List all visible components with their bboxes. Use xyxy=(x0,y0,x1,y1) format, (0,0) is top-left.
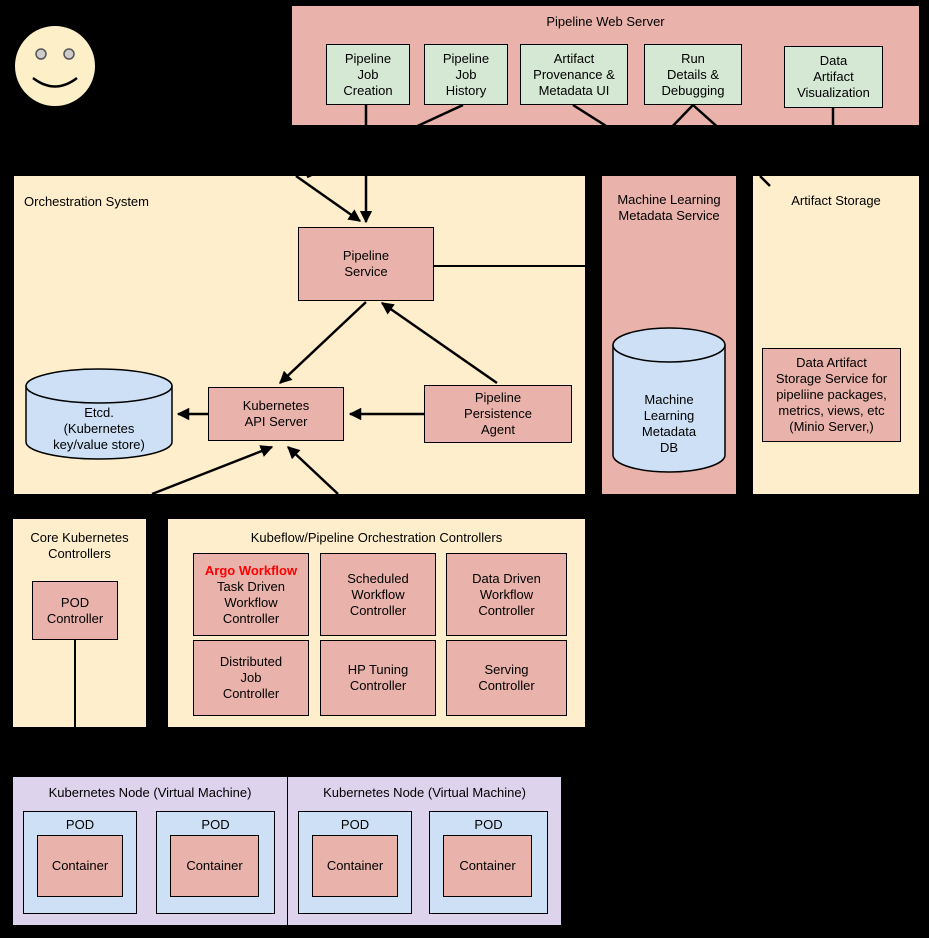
controller-hp-tuning[interactable]: HP Tuning Controller xyxy=(320,640,436,716)
web-component-label: Run Details & Debugging xyxy=(661,50,725,98)
pod-label: POD xyxy=(201,817,230,832)
web-component-label: Pipeline Job History xyxy=(442,50,490,98)
container-label: Container xyxy=(326,858,384,873)
web-component-label: Data Artifact Visualization xyxy=(797,53,870,100)
controller-label: Serving Controller xyxy=(478,662,535,693)
artifact-storage-panel xyxy=(753,176,919,494)
pod-label: POD xyxy=(474,817,503,832)
controller-serving[interactable]: Serving Controller xyxy=(446,640,567,716)
controller-data-driven-workflow[interactable]: Data Driven Workflow Controller xyxy=(446,553,567,636)
controller-argo-workflow[interactable]: Argo Workflow Task Driven Workflow Contr… xyxy=(193,553,309,636)
container-label: Container xyxy=(51,858,109,873)
container-box-1-2[interactable]: Container xyxy=(170,835,259,897)
pod-label: POD xyxy=(65,817,95,832)
pipeline-persistence-agent-label: Pipeline Persistence Agent xyxy=(464,390,532,437)
controller-label: Data Driven Workflow Controller xyxy=(472,570,541,618)
kubernetes-node-title-1: Kubernetes Node (Virtual Machine) xyxy=(48,785,252,800)
container-box-2-2[interactable]: Container xyxy=(443,835,532,897)
controller-distributed-job[interactable]: Distributed Job Controller xyxy=(193,640,309,716)
controller-label: Task Driven Workflow Controller xyxy=(217,578,285,626)
pipeline-service-box[interactable]: Pipeline Service xyxy=(298,227,434,301)
controller-scheduled-workflow[interactable]: Scheduled Workflow Controller xyxy=(320,553,436,636)
core-kubernetes-controllers-title: Core Kubernetes Controllers xyxy=(30,530,129,561)
orchestration-system-title: Orchestration System xyxy=(24,194,149,209)
web-component-data-artifact-visualization[interactable]: Data Artifact Visualization xyxy=(784,46,883,108)
container-label: Container xyxy=(459,858,516,873)
etcd-label: Etcd. (Kubernetes key/value store) xyxy=(53,405,145,452)
kubeflow-controllers-title: Kubeflow/Pipeline Orchestration Controll… xyxy=(250,530,503,545)
pipeline-web-server-title: Pipeline Web Server xyxy=(546,14,665,29)
pod-controller-box[interactable]: POD Controller xyxy=(32,581,118,640)
kubernetes-node-title-2: Kubernetes Node (Virtual Machine) xyxy=(323,785,526,800)
container-box-2-1[interactable]: Container xyxy=(312,835,398,897)
container-label: Container xyxy=(186,858,243,873)
web-component-pipeline-job-history[interactable]: Pipeline Job History xyxy=(424,44,508,105)
controller-label: HP Tuning Controller xyxy=(347,662,409,693)
architecture-diagram: Pipeline Web Server Pipeline Job Creatio… xyxy=(0,0,929,938)
pod-label: POD xyxy=(340,817,370,832)
kubernetes-api-server-box[interactable]: Kubernetes API Server xyxy=(208,387,344,441)
data-artifact-storage-service-box[interactable]: Data Artifact Storage Service for pipeli… xyxy=(762,348,901,442)
container-box-1-1[interactable]: Container xyxy=(37,835,123,897)
controller-label: Scheduled Workflow Controller xyxy=(347,570,409,618)
web-component-label: Pipeline Job Creation xyxy=(343,50,393,98)
data-artifact-storage-service-label: Data Artifact Storage Service for pipeli… xyxy=(775,355,888,434)
web-component-artifact-provenance-metadata-ui[interactable]: Artifact Provenance & Metadata UI xyxy=(520,44,628,105)
controller-highlight-label: Argo Workflow xyxy=(204,562,298,578)
web-component-run-details-debugging[interactable]: Run Details & Debugging xyxy=(644,44,742,105)
pod-controller-label: POD Controller xyxy=(46,594,104,626)
smiley-face-icon xyxy=(13,24,97,108)
pipeline-service-label: Pipeline Service xyxy=(342,248,390,279)
ml-metadata-service-title: Machine Learning Metadata Service xyxy=(617,192,721,223)
controller-label: Distributed Job Controller xyxy=(219,654,283,701)
pipeline-persistence-agent-box[interactable]: Pipeline Persistence Agent xyxy=(424,385,572,443)
web-component-pipeline-job-creation[interactable]: Pipeline Job Creation xyxy=(326,44,410,105)
artifact-storage-title: Artifact Storage xyxy=(791,193,881,208)
kubernetes-api-server-label: Kubernetes API Server xyxy=(242,398,310,429)
web-component-label: Artifact Provenance & Metadata UI xyxy=(533,50,615,98)
ml-metadata-db-label: Machine Learning Metadata DB xyxy=(641,392,697,455)
